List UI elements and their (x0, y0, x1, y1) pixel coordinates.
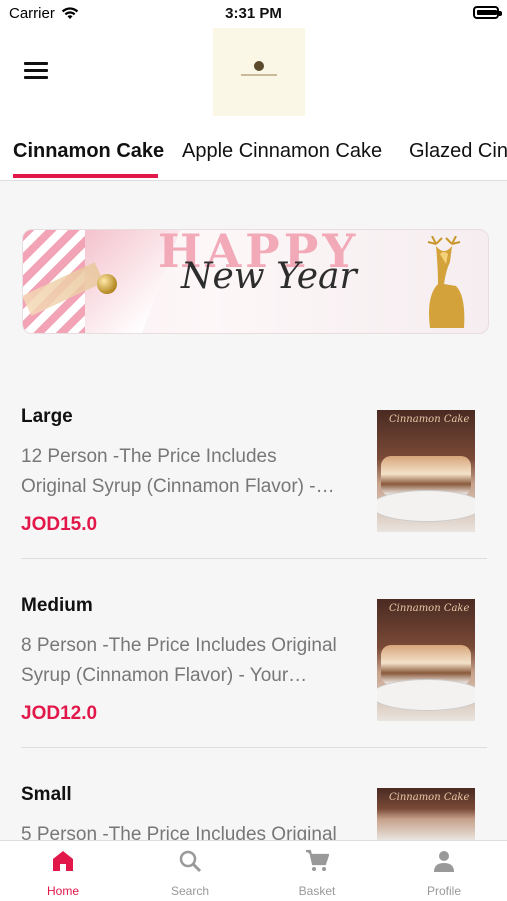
image-caption: Cinnamon Cake (389, 792, 470, 803)
divider (21, 747, 487, 748)
brand-logo (213, 28, 305, 116)
tab-cinnamon-cake[interactable]: Cinnamon Cake (13, 140, 164, 163)
promo-banner[interactable]: HAPPY New Year (22, 229, 489, 334)
category-tabs: Cinnamon Cake Apple Cinnamon Cake Glazed… (0, 120, 507, 181)
item-name: Large (21, 406, 73, 427)
divider (21, 558, 487, 559)
item-price: JOD15.0 (21, 514, 98, 535)
item-description: 12 Person -The Price Includes Original S… (21, 442, 351, 502)
tab-home[interactable]: Home (0, 841, 126, 901)
tab-basket-label: Basket (298, 884, 336, 898)
tab-glazed-cinnamon[interactable]: Glazed Cin (409, 140, 507, 163)
banner-script-text: New Year (181, 256, 357, 297)
item-image[interactable]: Cinnamon Cake (377, 788, 475, 840)
battery-icon (473, 6, 502, 19)
tab-home-label: Home (46, 884, 79, 898)
item-name: Medium (21, 595, 93, 616)
item-description: 8 Person -The Price Includes Original Sy… (21, 631, 351, 691)
cart-icon (306, 849, 329, 871)
item-price: JOD12.0 (21, 703, 98, 724)
menu-icon (24, 62, 48, 65)
tab-profile[interactable]: Profile (381, 841, 507, 901)
image-caption: Cinnamon Cake (389, 414, 470, 425)
ornament-icon (97, 274, 117, 294)
clock: 3:31 PM (225, 5, 282, 22)
menu-button[interactable] (24, 62, 48, 80)
tab-apple-cinnamon-cake[interactable]: Apple Cinnamon Cake (182, 140, 382, 163)
tab-search[interactable]: Search (127, 841, 253, 901)
item-image[interactable]: Cinnamon Cake (377, 410, 475, 532)
item-description-line: Syrup (Cinnamon Flavor) - Your… (21, 665, 308, 686)
item-image[interactable]: Cinnamon Cake (377, 599, 475, 721)
item-name: Small (21, 784, 72, 805)
home-icon (53, 851, 73, 871)
active-tab-indicator (13, 174, 158, 178)
item-description-line: 12 Person -The Price Includes (21, 446, 277, 467)
app-header (0, 28, 507, 120)
bottom-tab-bar: Home Search Basket Profile (0, 840, 507, 901)
item-description-line: Original Syrup (Cinnamon Flavor) -… (21, 476, 335, 497)
tab-profile-label: Profile (426, 884, 461, 898)
status-bar: Carrier 3:31 PM (0, 0, 507, 28)
image-caption: Cinnamon Cake (389, 603, 470, 614)
logo-wordmark (241, 74, 277, 76)
search-icon (179, 850, 202, 873)
reindeer-icon (427, 236, 465, 328)
item-description-line: 8 Person -The Price Includes Original (21, 635, 337, 656)
tab-basket[interactable]: Basket (254, 841, 380, 901)
person-icon (434, 851, 454, 872)
tab-search-label: Search (170, 884, 210, 898)
logo-seal (254, 61, 264, 71)
